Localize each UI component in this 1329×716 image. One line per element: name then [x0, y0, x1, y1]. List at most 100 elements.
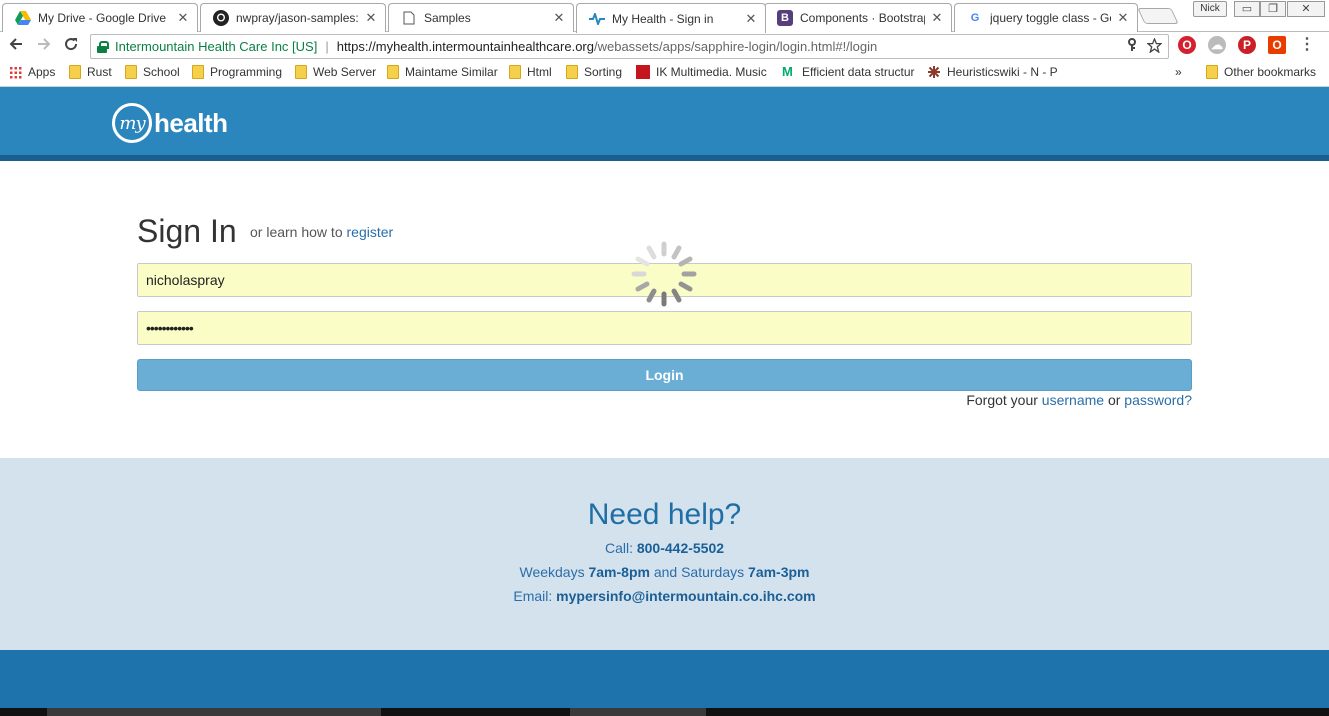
bookmark-html[interactable]: Html — [509, 65, 552, 79]
bookmark-heuristicswiki[interactable]: Heuristicswiki - N - P — [927, 65, 1061, 79]
register-link[interactable]: register — [347, 224, 394, 240]
folder-icon — [125, 65, 137, 79]
tab-samples[interactable]: Samples ✕ — [388, 3, 574, 32]
tab-myhealth-signin[interactable]: My Health - Sign in ✕ — [576, 3, 766, 33]
folder-icon — [192, 65, 204, 79]
address-bar[interactable]: Intermountain Health Care Inc [US] | htt… — [90, 34, 1169, 59]
signin-subtitle: or learn how to register — [250, 224, 393, 240]
close-icon[interactable]: ✕ — [745, 11, 757, 27]
phone-number[interactable]: 800-442-5502 — [637, 540, 724, 556]
reload-icon[interactable] — [61, 36, 81, 56]
bookmark-label: IK Multimedia. Music — [656, 65, 767, 79]
url-host: https://myhealth.intermountainhealthcare… — [336, 39, 594, 54]
bookmark-ik-multimedia[interactable]: IK Multimedia. Music — [636, 65, 770, 79]
tab-title: Components · Bootstrap — [800, 11, 925, 25]
close-icon[interactable]: ✕ — [553, 10, 565, 26]
opera-extension-icon[interactable]: O — [1178, 36, 1196, 54]
bookmark-label: Apps — [28, 65, 56, 79]
close-window-button[interactable]: ✕ — [1287, 1, 1325, 17]
forward-arrow-icon[interactable] — [34, 36, 54, 56]
close-icon[interactable]: ✕ — [365, 10, 377, 26]
taskbar-item[interactable] — [570, 708, 706, 716]
bookmark-label: Rust — [87, 65, 112, 79]
login-button[interactable]: Login — [137, 359, 1192, 391]
close-icon[interactable]: ✕ — [1117, 10, 1129, 26]
password-field[interactable] — [137, 311, 1192, 345]
cloud-extension-icon[interactable]: ☁ — [1208, 36, 1226, 54]
site-identity: Intermountain Health Care Inc [US] — [115, 39, 318, 54]
tab-title: nwpray/jason-samples: S — [236, 11, 359, 25]
tab-bootstrap[interactable]: B Components · Bootstrap ✕ — [764, 3, 952, 32]
tab-github[interactable]: nwpray/jason-samples: S ✕ — [200, 3, 386, 32]
site-footer — [0, 650, 1329, 708]
logo-mark: my — [112, 103, 152, 143]
new-tab-button[interactable] — [1137, 8, 1179, 24]
star-icon[interactable] — [1146, 37, 1163, 56]
forgot-username-link[interactable]: username — [1042, 392, 1104, 408]
os-taskbar — [0, 708, 1329, 716]
bookmark-label: Web Server — [313, 65, 377, 79]
bookmark-sorting[interactable]: Sorting — [566, 65, 622, 79]
myhealth-logo[interactable]: my health — [112, 103, 228, 143]
close-icon[interactable]: ✕ — [177, 10, 189, 26]
logo-wordmark: health — [154, 107, 228, 138]
forgot-password-link[interactable]: password? — [1124, 392, 1192, 408]
page-title: Sign In — [137, 213, 237, 249]
forgot-credentials: Forgot your username or password? — [966, 392, 1192, 408]
google-icon: G — [970, 12, 980, 24]
bookmark-other[interactable]: Other bookmarks — [1206, 65, 1316, 79]
folder-icon — [1206, 65, 1218, 79]
bookmark-label: Heuristicswiki - N - P — [947, 65, 1058, 79]
call-label: Call: — [604, 540, 633, 556]
bookmark-school[interactable]: School — [125, 65, 180, 79]
bookmark-label: Efficient data structur — [802, 65, 915, 79]
tab-google-search[interactable]: G jquery toggle class - Goo ✕ — [954, 3, 1138, 32]
forgot-prefix: Forgot your — [966, 392, 1038, 408]
key-icon[interactable] — [1127, 38, 1137, 56]
apps-grid-icon — [9, 65, 22, 79]
heuristicswiki-icon — [927, 65, 941, 79]
site-header: my health — [0, 87, 1329, 161]
folder-icon — [69, 65, 81, 79]
bookmark-efficient-data[interactable]: M Efficient data structur — [782, 65, 916, 79]
profile-button[interactable]: Nick — [1193, 1, 1227, 17]
document-icon — [401, 10, 417, 26]
bookmarks-overflow[interactable]: » — [1175, 65, 1182, 79]
bookmark-label: Sorting — [584, 65, 623, 79]
folder-icon — [295, 65, 307, 79]
folder-icon — [566, 65, 578, 79]
email-label: Email: — [513, 588, 553, 604]
folder-icon — [509, 65, 521, 79]
minimize-button[interactable]: ▭ — [1234, 1, 1260, 17]
help-hours-line: Weekdays 7am-8pm and Saturdays 7am-3pm — [0, 564, 1329, 580]
close-icon[interactable]: ✕ — [931, 10, 943, 26]
tab-title: My Health - Sign in — [612, 11, 714, 26]
restore-button[interactable]: ❐ — [1260, 1, 1286, 17]
ik-multimedia-icon — [636, 65, 650, 79]
help-section: Need help? Call: 800-442-5502 Weekdays 7… — [0, 458, 1329, 650]
google-drive-icon — [15, 10, 31, 26]
bookmark-apps[interactable]: Apps — [9, 65, 55, 79]
browser-toolbar: Intermountain Health Care Inc [US] | htt… — [0, 32, 1329, 60]
pinterest-icon[interactable]: P — [1238, 36, 1256, 54]
subtitle-prefix: or learn how to — [250, 224, 343, 240]
medium-icon: M — [782, 65, 793, 79]
bootstrap-icon: B — [777, 10, 793, 26]
back-arrow-icon[interactable] — [6, 36, 26, 56]
bookmark-programming[interactable]: Programming — [192, 65, 282, 79]
forgot-or: or — [1107, 392, 1121, 408]
folder-icon — [387, 65, 399, 79]
help-title: Need help? — [587, 498, 742, 531]
menu-kebab-icon[interactable]: ⋮ — [1298, 36, 1316, 54]
loading-spinner — [628, 238, 700, 310]
myhealth-icon — [589, 11, 605, 27]
office-icon[interactable]: O — [1268, 36, 1286, 54]
taskbar-item[interactable] — [47, 708, 381, 716]
bookmark-rust[interactable]: Rust — [69, 65, 112, 79]
bookmark-maintame-similar[interactable]: Maintame Similar — [387, 65, 498, 79]
tab-google-drive[interactable]: My Drive - Google Drive ✕ — [2, 3, 198, 32]
bookmark-web-server[interactable]: Web Server — [295, 65, 376, 79]
help-email[interactable]: mypersinfo@intermountain.co.ihc.com — [556, 588, 815, 604]
weekdays-label: Weekdays — [519, 564, 585, 580]
bookmark-label: Maintame Similar — [405, 65, 498, 79]
